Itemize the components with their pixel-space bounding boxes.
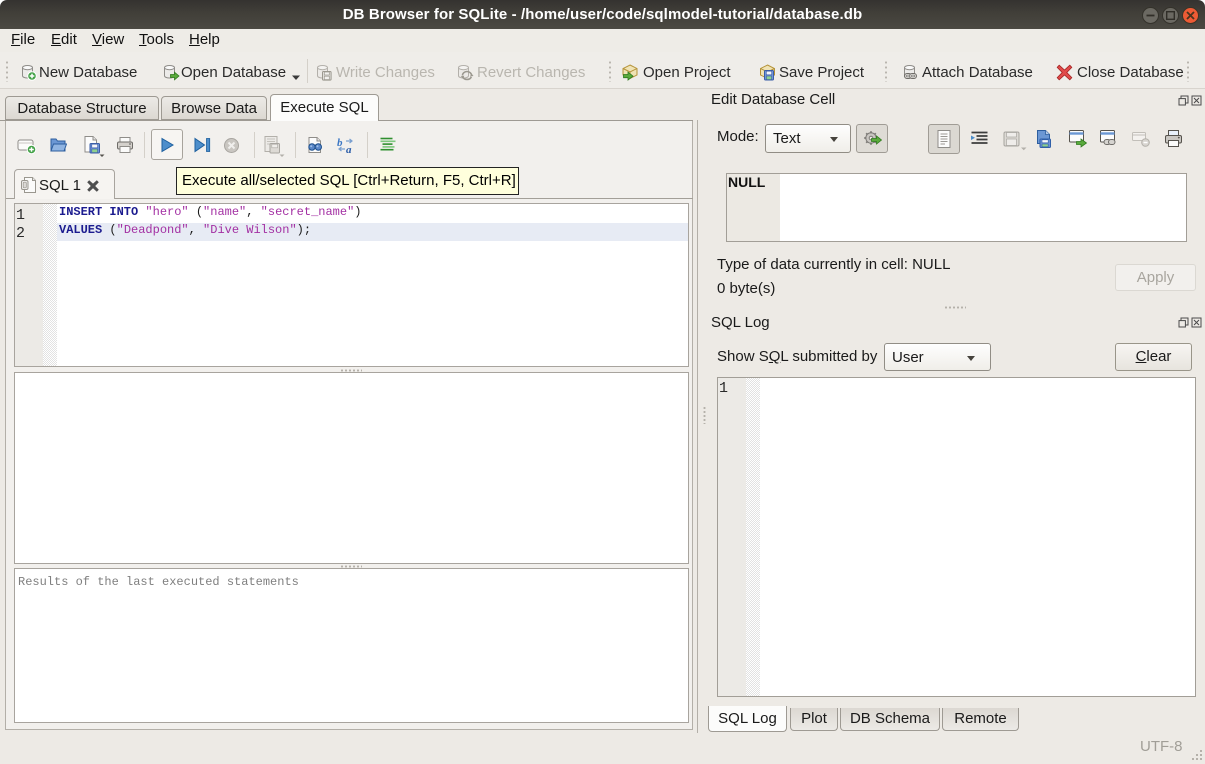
svg-text:b: b <box>337 137 343 149</box>
svg-text:a: a <box>346 144 352 155</box>
